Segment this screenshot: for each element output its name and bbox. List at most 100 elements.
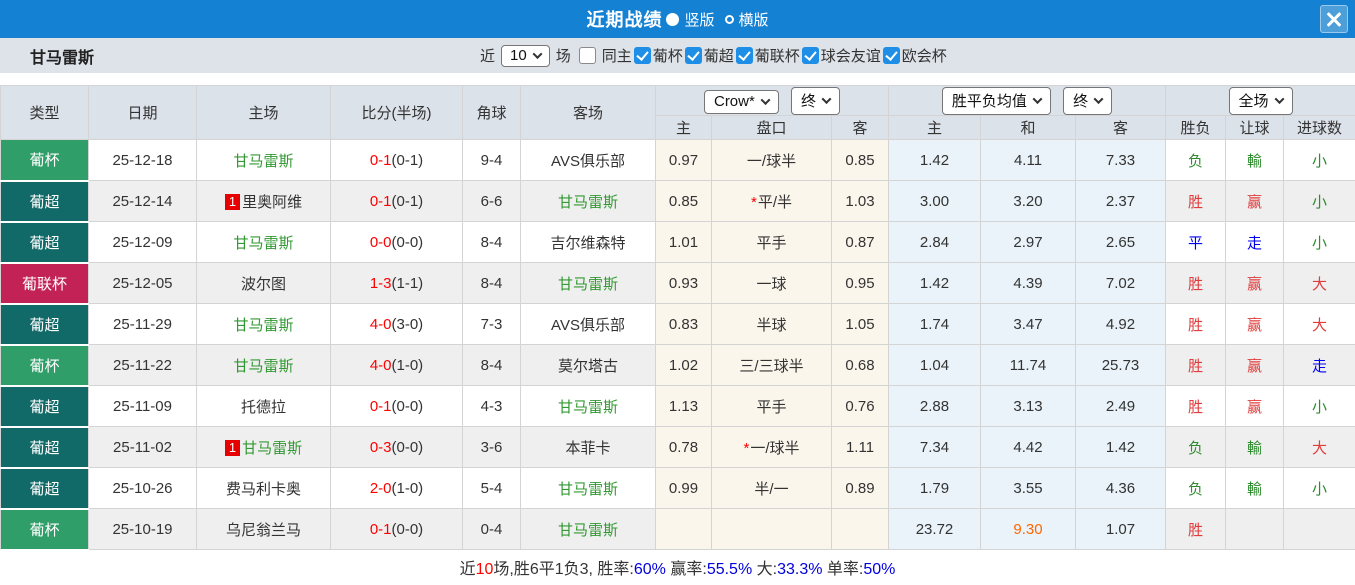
league-checkbox[interactable] — [633, 47, 651, 64]
radio-vertical-label[interactable]: 竖版 — [684, 9, 714, 30]
sub-eu-away: 客 — [1075, 115, 1166, 140]
eu-draw-odds: 3.20 — [980, 180, 1076, 222]
ah-away-odds: 0.89 — [831, 467, 889, 509]
summary-segment: 单率: — [822, 561, 864, 578]
result-handicap: 赢 — [1225, 344, 1284, 386]
result-wdl: 胜 — [1165, 344, 1226, 386]
sub-ah-line: 盘口 — [711, 115, 832, 140]
odds-company-select[interactable]: Crow* — [703, 89, 779, 114]
table-row: 葡联杯 25-12-05 波尔图 1-3(1-1) 8-4 甘马雷斯 0.93 一球 0.95 1… — [0, 262, 1355, 305]
result-goals: 小 — [1282, 385, 1355, 427]
eu-home-odds: 3.00 — [888, 180, 981, 222]
summary-segment: 场,胜6平1负3, 胜率: — [493, 561, 634, 578]
ah-away-odds: 0.95 — [831, 262, 889, 304]
home-team: 甘马雷斯 — [196, 303, 331, 345]
score-cell: 0-3(0-0) — [330, 426, 463, 468]
eu-away-odds: 2.37 — [1075, 180, 1166, 222]
league-type-badge: 葡杯 — [0, 139, 89, 182]
match-date: 25-10-19 — [88, 508, 197, 550]
match-date: 25-10-26 — [88, 467, 197, 509]
radio-horizontal-label[interactable]: 横版 — [739, 9, 769, 30]
ah-line: 平手 — [711, 385, 832, 427]
handicap-dropdown-cell: Crow* 终 — [655, 85, 889, 116]
match-date: 25-11-02 — [88, 426, 197, 468]
match-date: 25-12-05 — [88, 262, 197, 304]
radio-horizontal-unselected[interactable] — [724, 14, 734, 24]
result-goals: 小 — [1282, 139, 1355, 181]
ah-home-odds: 1.13 — [655, 385, 712, 427]
home-team: 1 里奥阿维 — [196, 180, 331, 222]
sub-result-wdl: 胜负 — [1165, 115, 1226, 140]
eu-draw-odds: 3.13 — [980, 385, 1076, 427]
ah-home-odds: 1.02 — [655, 344, 712, 386]
score-cell: 0-1(0-1) — [330, 139, 463, 181]
result-wdl: 负 — [1165, 426, 1226, 468]
eu-away-odds: 2.49 — [1075, 385, 1166, 427]
sub-result-ou: 进球数 — [1282, 115, 1355, 140]
card-badge: 1 — [224, 439, 241, 456]
league-checkbox[interactable] — [882, 47, 900, 64]
score-cell: 4-0(1-0) — [330, 344, 463, 386]
filter-controls: 近 10 场 同主 葡杯 葡超 葡联杯 球会友谊 欧会杯 — [480, 38, 947, 73]
eu-away-odds: 4.36 — [1075, 467, 1166, 509]
away-team: 甘马雷斯 — [520, 508, 656, 550]
away-team: 甘马雷斯 — [520, 385, 656, 427]
ah-away-odds: 0.87 — [831, 221, 889, 263]
league-checkbox[interactable] — [684, 47, 702, 64]
score-cell: 2-0(1-0) — [330, 467, 463, 509]
result-goals: 大 — [1282, 262, 1355, 304]
league-checkbox-label: 球会友谊 — [820, 48, 881, 65]
result-goals: 大 — [1282, 303, 1355, 345]
matches-label: 场 — [555, 48, 571, 65]
table-row: 葡杯 25-11-22 甘马雷斯 4-0(1-0) 8-4 莫尔塔古 1.02 三/三球半 0.… — [0, 344, 1355, 387]
eu-away-odds: 4.92 — [1075, 303, 1166, 345]
ah-home-odds: 1.01 — [655, 221, 712, 263]
home-team: 甘马雷斯 — [196, 139, 331, 181]
table-body: 葡杯 25-12-18 甘马雷斯 0-1(0-1) 9-4 AVS俱乐部 0.97 一/球半 0… — [0, 139, 1355, 551]
europe-odds-select[interactable]: 胜平负均值 — [941, 86, 1051, 115]
result-wdl: 胜 — [1165, 262, 1226, 304]
match-count-select[interactable]: 10 — [501, 44, 550, 67]
results-table: 类型 日期 主场 比分(半场) 角球 客场 Crow* 终 胜平负均值 终 全场… — [0, 85, 1355, 551]
result-handicap: 赢 — [1225, 262, 1284, 304]
away-team: 甘马雷斯 — [520, 262, 656, 304]
score-cell: 1-3(1-1) — [330, 262, 463, 304]
ah-away-odds: 1.11 — [831, 426, 889, 468]
radio-vertical-selected[interactable] — [666, 12, 680, 26]
scope-dropdown-cell: 全场 — [1164, 85, 1355, 116]
sub-eu-home: 主 — [888, 115, 981, 140]
sub-ah-home: 主 — [655, 115, 712, 140]
header-away: 客场 — [520, 85, 656, 140]
summary-segment: 大: — [752, 561, 778, 578]
close-icon[interactable] — [1320, 5, 1348, 33]
match-date: 25-12-09 — [88, 221, 197, 263]
odds-time-ah-select[interactable]: 终 — [791, 86, 841, 115]
league-checkbox[interactable] — [735, 47, 753, 64]
scope-select[interactable]: 全场 — [1228, 86, 1293, 115]
result-handicap: 輸 — [1225, 467, 1284, 509]
sub-result-ah: 让球 — [1225, 115, 1284, 140]
summary-footer: 近10场,胜6平1负3, 胜率:60% 赢率:55.5% 大:33.3% 单率:… — [0, 551, 1355, 584]
eu-away-odds: 1.42 — [1075, 426, 1166, 468]
header-score: 比分(半场) — [330, 85, 463, 140]
ah-line: *平/半 — [711, 180, 832, 222]
corners-cell: 6-6 — [462, 180, 521, 222]
summary-segment: 赢率: — [665, 561, 707, 578]
ah-line: 一球 — [711, 262, 832, 304]
same-home-checkbox[interactable] — [578, 47, 596, 64]
league-type-badge: 葡超 — [0, 303, 89, 346]
eu-home-odds: 1.04 — [888, 344, 981, 386]
odds-time-eu-select[interactable]: 终 — [1063, 86, 1113, 115]
ah-away-odds: 0.76 — [831, 385, 889, 427]
ah-line: 平手 — [711, 221, 832, 263]
result-goals: 大 — [1282, 426, 1355, 468]
home-team: 波尔图 — [196, 262, 331, 304]
home-team: 乌尼翁兰马 — [196, 508, 331, 550]
result-goals: 小 — [1282, 467, 1355, 509]
ah-home-odds: 0.78 — [655, 426, 712, 468]
table-row: 葡超 25-11-02 1 甘马雷斯 0-3(0-0) 3-6 本菲卡 0.78 *一/球半 1.… — [0, 426, 1355, 469]
eu-draw-odds: 4.42 — [980, 426, 1076, 468]
corners-cell: 8-4 — [462, 344, 521, 386]
header-corners: 角球 — [462, 85, 521, 140]
league-checkbox[interactable] — [801, 47, 819, 64]
